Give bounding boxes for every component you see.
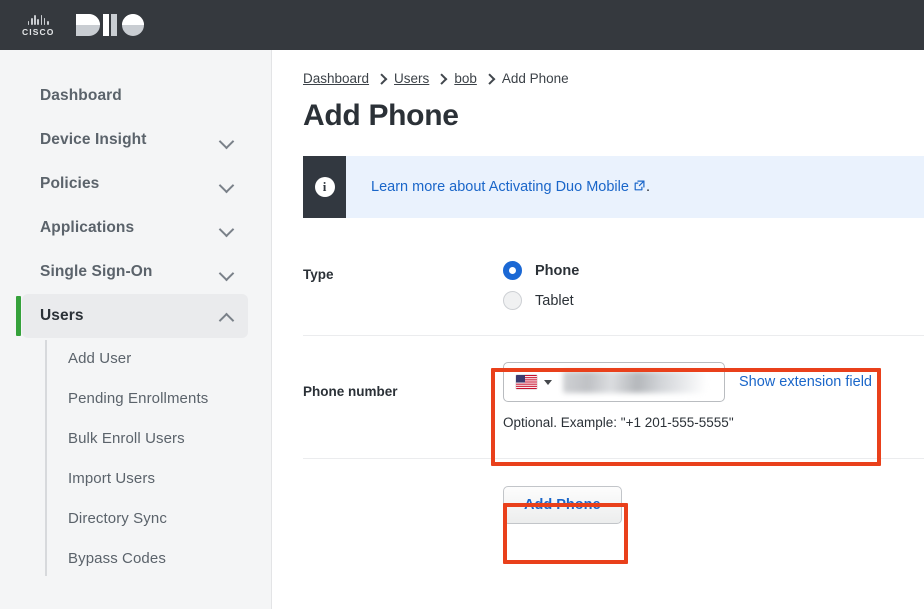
phone-number-input[interactable] <box>503 362 725 402</box>
sidebar-subnav-users: Add User Pending Enrollments Bulk Enroll… <box>45 338 271 578</box>
radio-tablet-label: Tablet <box>535 292 574 309</box>
cisco-wordmark: CISCO <box>22 26 55 37</box>
phone-input-line: Show extension field <box>503 362 872 402</box>
top-bar: CISCO <box>0 0 924 50</box>
radio-option-tablet[interactable]: Tablet <box>503 291 579 310</box>
sidebar-subitem-directory-sync[interactable]: Directory Sync <box>68 498 271 538</box>
type-radio-group: Phone Tablet <box>503 261 579 310</box>
duo-logo-icon <box>76 13 148 37</box>
phone-number-label: Phone number <box>303 384 398 399</box>
sidebar-item-label: Device Insight <box>40 131 147 148</box>
sidebar-subitem-bulk-enroll-users[interactable]: Bulk Enroll Users <box>68 418 271 458</box>
sidebar-item-device-insight[interactable]: Device Insight <box>22 118 248 162</box>
country-chevron-down-icon[interactable] <box>544 379 552 385</box>
chevron-down-icon <box>220 265 234 279</box>
info-banner-trailing-text: . <box>645 179 650 195</box>
sidebar-item-users[interactable]: Users <box>16 294 248 338</box>
sidebar-item-label: Policies <box>40 175 100 192</box>
main-content: Dashboard Users bob Add Phone Add Phone … <box>273 50 924 609</box>
add-phone-form: Type Phone Tablet Phone number Show exte… <box>273 218 924 524</box>
breadcrumb-separator-icon <box>378 73 385 84</box>
info-banner-body: Learn more about Activating Duo Mobile. <box>346 156 650 218</box>
chevron-down-icon <box>220 177 234 191</box>
sidebar-subitem-add-user[interactable]: Add User <box>68 338 271 378</box>
phone-number-column: Show extension field Optional. Example: … <box>503 362 872 430</box>
form-row-submit: Add Phone <box>303 459 924 524</box>
sidebar-item-label: Applications <box>40 219 135 236</box>
sidebar: Dashboard Device Insight Policies Applic… <box>0 50 272 609</box>
sidebar-subitem-bypass-codes[interactable]: Bypass Codes <box>68 538 271 578</box>
phone-number-value-redacted <box>563 371 706 393</box>
form-row-phone-number: Phone number Show extension field Option… <box>303 336 924 458</box>
breadcrumb-separator-icon <box>486 73 493 84</box>
breadcrumb: Dashboard Users bob Add Phone <box>273 50 924 86</box>
type-label: Type <box>303 267 334 282</box>
sidebar-item-label: Dashboard <box>40 87 122 104</box>
activating-duo-mobile-link[interactable]: Learn more about Activating Duo Mobile <box>371 179 629 195</box>
chevron-down-icon <box>220 221 234 235</box>
radio-phone-label: Phone <box>535 262 580 279</box>
sidebar-item-single-sign-on[interactable]: Single Sign-On <box>22 250 248 294</box>
external-link-icon <box>634 179 645 195</box>
page-title: Add Phone <box>303 99 459 132</box>
radio-option-phone[interactable]: Phone <box>503 261 579 280</box>
chevron-down-icon <box>220 133 234 147</box>
phone-number-help-text: Optional. Example: "+1 201-555-5555" <box>503 415 734 430</box>
breadcrumb-link-users[interactable]: Users <box>394 71 429 86</box>
info-banner-icon-box: i <box>303 156 346 218</box>
sidebar-subitem-pending-enrollments[interactable]: Pending Enrollments <box>68 378 271 418</box>
info-icon: i <box>314 177 335 197</box>
radio-phone-icon[interactable] <box>503 261 522 280</box>
breadcrumb-link-dashboard[interactable]: Dashboard <box>303 71 369 86</box>
breadcrumb-link-bob[interactable]: bob <box>454 71 477 86</box>
brand-logo-group[interactable]: CISCO <box>0 13 148 37</box>
cisco-logo: CISCO <box>22 14 54 37</box>
cisco-bars-icon <box>27 14 49 25</box>
radio-tablet-icon[interactable] <box>503 291 522 310</box>
sidebar-item-policies[interactable]: Policies <box>22 162 248 206</box>
submit-wrapper: Add Phone <box>503 486 622 524</box>
breadcrumb-separator-icon <box>438 73 445 84</box>
sidebar-item-label: Users <box>40 307 84 324</box>
sidebar-item-applications[interactable]: Applications <box>22 206 248 250</box>
sidebar-subitem-import-users[interactable]: Import Users <box>68 458 271 498</box>
sidebar-item-label: Single Sign-On <box>40 263 153 280</box>
form-row-type: Type Phone Tablet <box>303 218 924 335</box>
show-extension-field-link[interactable]: Show extension field <box>739 374 872 390</box>
info-banner: i Learn more about Activating Duo Mobile… <box>303 156 924 218</box>
chevron-up-icon <box>220 309 234 323</box>
us-flag-icon <box>516 375 537 389</box>
add-phone-button[interactable]: Add Phone <box>503 486 622 524</box>
breadcrumb-current: Add Phone <box>501 71 569 86</box>
sidebar-item-dashboard[interactable]: Dashboard <box>22 74 248 118</box>
